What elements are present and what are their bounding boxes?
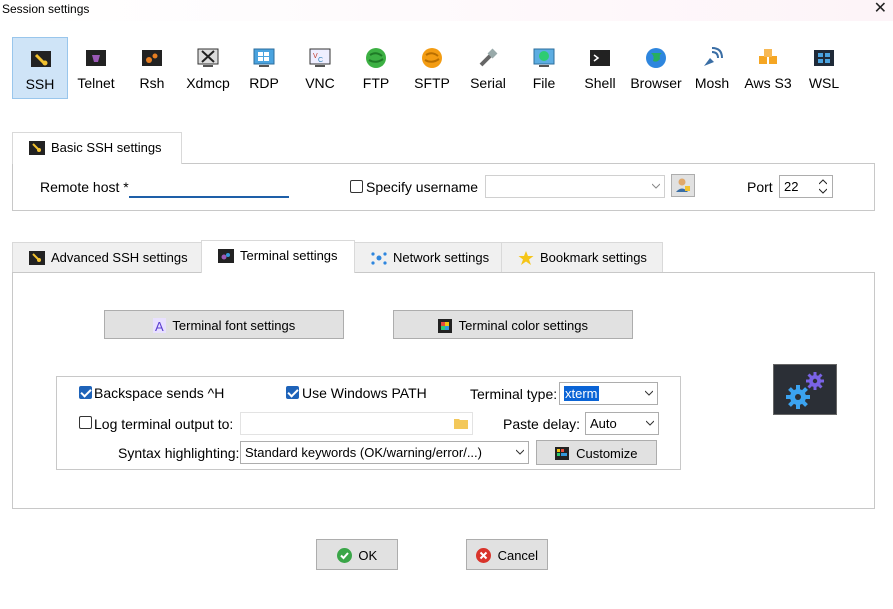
username-combo[interactable]	[485, 175, 665, 198]
session-type-sftp[interactable]: SFTP	[404, 37, 460, 99]
specify-username-checkbox[interactable]	[350, 180, 363, 193]
ssh-icon	[31, 51, 51, 67]
folder-icon[interactable]	[454, 417, 468, 429]
tab-bookmark-settings[interactable]: Bookmark settings	[501, 242, 663, 272]
remote-host-label: Remote host *	[40, 179, 129, 195]
terminal-font-settings-button[interactable]: A Terminal font settings	[104, 310, 344, 339]
spinner-arrows-icon[interactable]	[819, 179, 827, 194]
wsl-icon	[814, 50, 834, 66]
ok-button[interactable]: OK	[316, 539, 398, 570]
tab-terminal-settings[interactable]: Terminal settings	[201, 240, 355, 273]
xdmcp-icon	[197, 48, 219, 67]
port-label: Port	[747, 179, 773, 195]
font-icon: A	[152, 318, 166, 334]
title-bar: Session settings ✕	[0, 0, 893, 21]
settings-gear-image	[773, 364, 837, 415]
session-type-ssh[interactable]: SSH	[12, 37, 68, 99]
svg-text:A: A	[155, 319, 164, 333]
backspace-sends-h-checkbox[interactable]	[79, 386, 92, 399]
tab-network-settings[interactable]: Network settings	[354, 242, 502, 272]
file-icon	[533, 48, 555, 67]
session-type-telnet[interactable]: Telnet	[68, 37, 124, 99]
terminal-icon	[218, 249, 234, 263]
user-manager-button[interactable]	[671, 174, 695, 197]
session-type-wsl[interactable]: WSL	[796, 37, 852, 99]
syntax-highlighting-label: Syntax highlighting:	[118, 445, 240, 461]
session-type-rdp[interactable]: RDP	[236, 37, 292, 99]
session-type-ftp[interactable]: FTP	[348, 37, 404, 99]
log-output-path-input[interactable]	[240, 412, 473, 435]
shell-icon	[590, 50, 610, 66]
vnc-icon: VC	[309, 48, 331, 67]
chevron-down-icon	[645, 390, 653, 396]
session-type-vnc[interactable]: VC VNC	[292, 37, 348, 99]
log-terminal-output-checkbox[interactable]	[79, 416, 92, 429]
session-type-shell[interactable]: Shell	[572, 37, 628, 99]
user-icon	[676, 178, 690, 192]
window-title: Session settings	[2, 2, 90, 16]
remote-host-input[interactable]	[129, 175, 289, 198]
session-type-serial[interactable]: Serial	[460, 37, 516, 99]
session-type-file[interactable]: File	[516, 37, 572, 99]
gears-icon	[786, 372, 824, 409]
log-terminal-output-label: Log terminal output to:	[94, 416, 234, 432]
use-windows-path-label: Use Windows PATH	[302, 385, 427, 401]
close-icon[interactable]: ✕	[874, 0, 887, 18]
telnet-icon	[86, 50, 106, 66]
tab-advanced-ssh-settings[interactable]: Advanced SSH settings	[12, 242, 202, 272]
specify-username-label: Specify username	[366, 179, 479, 195]
session-type-mosh[interactable]: Mosh	[684, 37, 740, 99]
mosh-icon	[704, 47, 723, 66]
port-spinner[interactable]: 22	[779, 175, 833, 198]
key-icon	[29, 141, 45, 155]
browser-icon	[646, 48, 666, 68]
terminal-type-combo[interactable]: xterm	[559, 382, 658, 405]
chevron-down-icon	[516, 449, 524, 455]
rsh-icon	[142, 50, 162, 66]
sftp-icon	[422, 48, 442, 68]
terminal-type-label: Terminal type:	[470, 386, 558, 402]
svg-text:C: C	[318, 57, 323, 64]
star-icon	[518, 251, 534, 265]
palette-icon	[438, 318, 453, 333]
key-icon	[29, 251, 45, 265]
paste-delay-combo[interactable]: Auto	[585, 412, 659, 435]
chevron-down-icon	[646, 420, 654, 426]
cancel-button[interactable]: Cancel	[466, 539, 548, 570]
tab-basic-ssh-settings[interactable]: Basic SSH settings	[12, 132, 182, 164]
terminal-color-settings-button[interactable]: Terminal color settings	[393, 310, 633, 339]
cancel-circle-icon	[475, 548, 491, 564]
customize-button[interactable]: Customize	[536, 440, 657, 465]
session-type-rsh[interactable]: Rsh	[124, 37, 180, 99]
session-type-aws-s3[interactable]: Aws S3	[740, 37, 796, 99]
check-circle-icon	[336, 548, 352, 564]
session-type-xdmcp[interactable]: Xdmcp	[180, 37, 236, 99]
paste-delay-label: Paste delay:	[503, 416, 581, 432]
chevron-down-icon	[652, 183, 660, 189]
customize-icon	[555, 447, 570, 461]
rdp-icon	[253, 48, 275, 67]
syntax-highlighting-combo[interactable]: Standard keywords (OK/warning/error/...)	[240, 441, 529, 464]
session-type-browser[interactable]: Browser	[628, 37, 684, 99]
serial-icon	[479, 48, 498, 67]
use-windows-path-checkbox[interactable]	[286, 386, 299, 399]
aws-s3-icon	[759, 49, 777, 64]
backspace-label: Backspace sends ^H	[94, 385, 225, 401]
ftp-icon	[366, 48, 386, 68]
network-icon	[371, 252, 387, 265]
